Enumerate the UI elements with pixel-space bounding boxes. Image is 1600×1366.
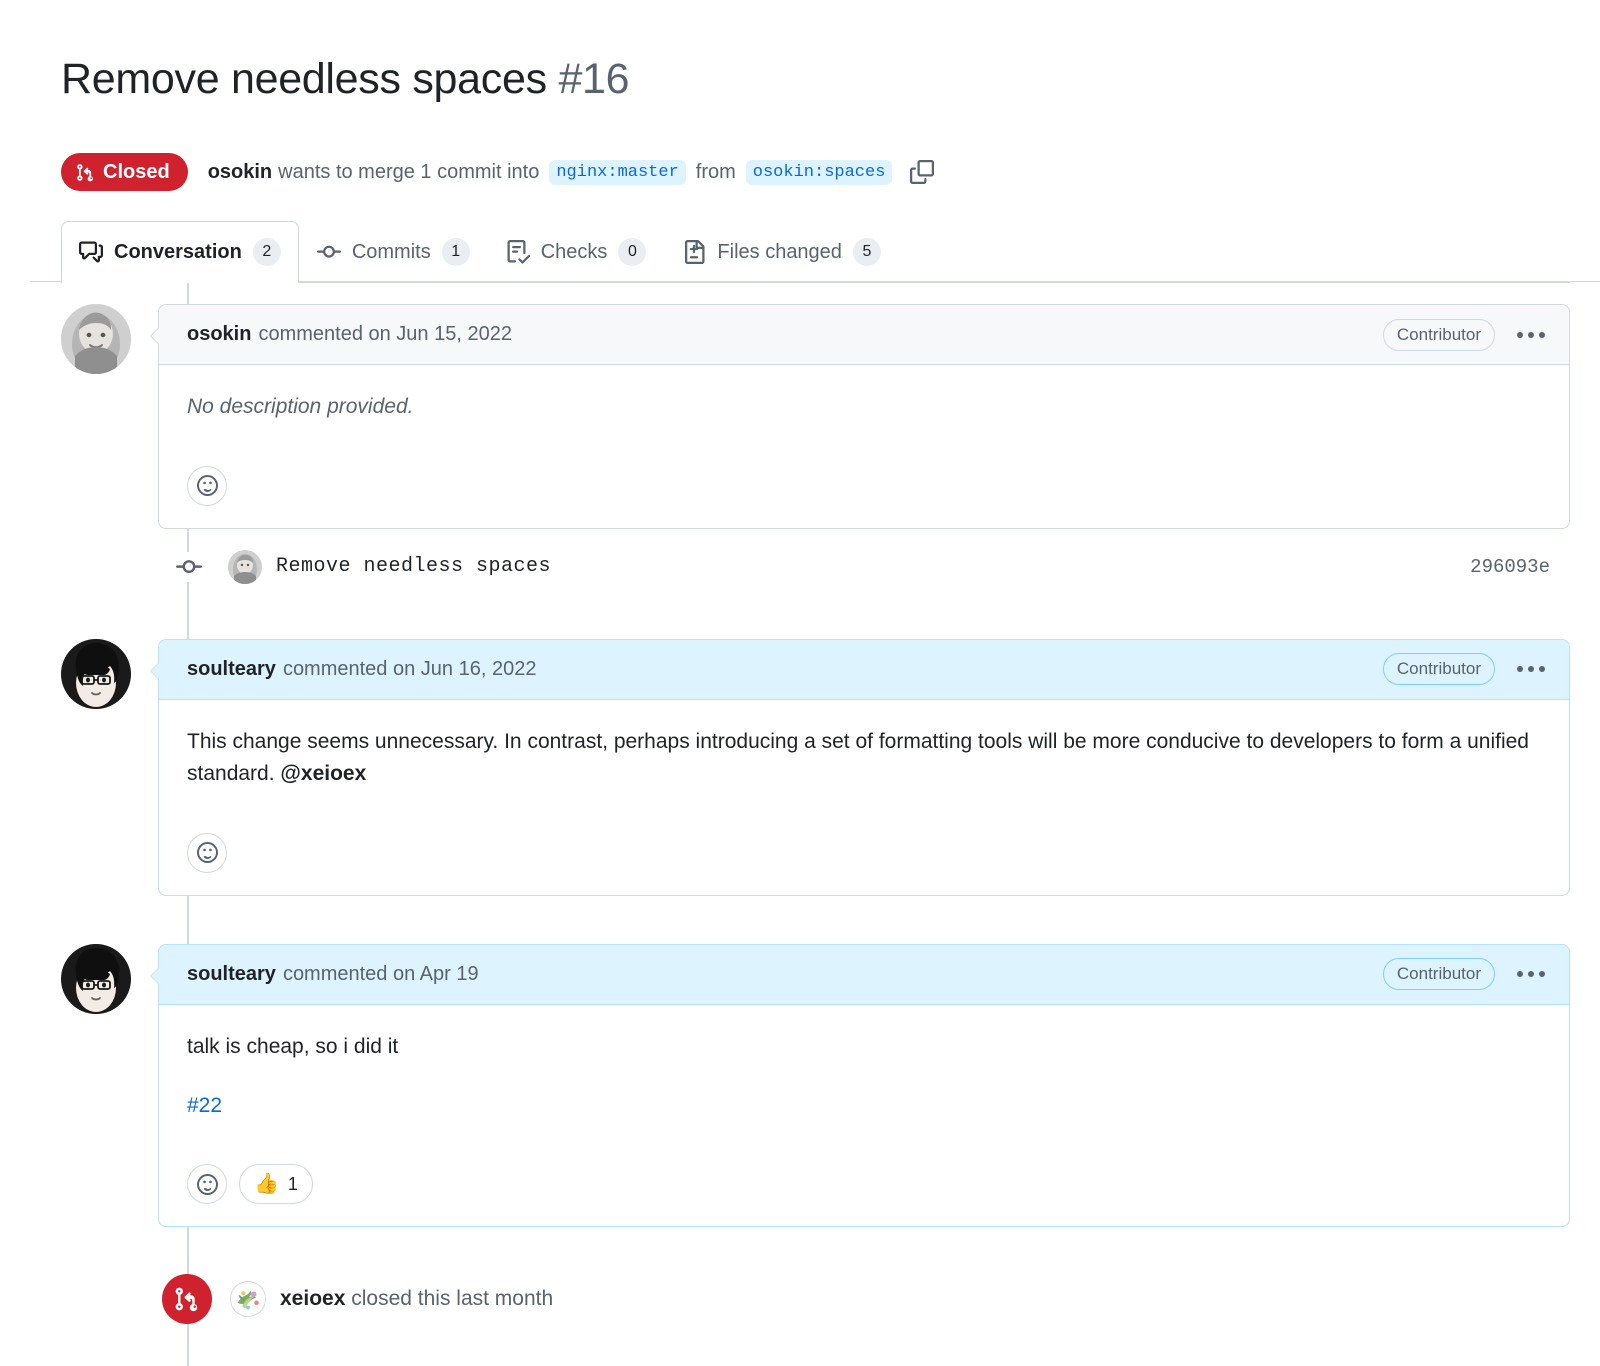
tab-conversation-count: 2 <box>252 238 281 267</box>
timeline-comment: soulteary commented on Jun 16, 2022 Cont… <box>61 638 1570 896</box>
closed-event-actor[interactable]: xeioex <box>280 1287 345 1310</box>
tab-files-changed-label: Files changed <box>717 240 842 263</box>
commit-author-avatar[interactable] <box>228 549 262 584</box>
smiley-icon[interactable] <box>187 1164 227 1205</box>
comment-header: soulteary commented on Apr 19 Contributo… <box>159 944 1569 1005</box>
comment-card: osokin commented on Jun 15, 2022 Contrib… <box>150 304 1570 529</box>
comment-paragraph-link: #22 <box>187 1090 1541 1123</box>
kebab-horizontal-icon[interactable] <box>1511 662 1551 676</box>
base-branch-tag[interactable]: nginx:master <box>549 159 686 185</box>
comment-meta: commented on Apr 19 <box>282 962 479 985</box>
pr-action-text: wants to merge 1 commit into <box>278 160 540 183</box>
kebab-horizontal-icon[interactable] <box>1511 967 1551 981</box>
reactions-row: 👍 1 <box>159 1142 1569 1226</box>
head-branch-tag[interactable]: osokin:spaces <box>745 159 893 185</box>
issue-reference-link[interactable]: #22 <box>187 1094 222 1117</box>
timeline-closed-event: xeioex closed this last month <box>61 1269 1570 1329</box>
page-title: Remove needless spaces #16 <box>30 29 1570 107</box>
tab-checks-count: 0 <box>618 238 647 267</box>
comment-card: soulteary commented on Jun 16, 2022 Cont… <box>150 638 1570 896</box>
status-badge-label: Closed <box>103 161 170 184</box>
timeline-comment: osokin commented on Jun 15, 2022 Contrib… <box>61 304 1570 529</box>
comment-body: talk is cheap, so i did it #22 <box>159 1005 1569 1142</box>
comment-author[interactable]: soulteary <box>187 963 276 986</box>
avatar[interactable] <box>230 1281 266 1318</box>
timeline: osokin commented on Jun 15, 2022 Contrib… <box>61 283 1570 1366</box>
commit-sha[interactable]: 296093e <box>1470 556 1550 578</box>
tab-commits-count: 1 <box>441 238 470 267</box>
author-association-badge: Contributor <box>1382 318 1495 351</box>
pull-request-page: Remove needless spaces #16 Closed osokin… <box>0 29 1600 1366</box>
comment-header: soulteary commented on Jun 16, 2022 Cont… <box>159 639 1569 700</box>
git-commit-icon <box>174 551 204 582</box>
commit-message[interactable]: Remove needless spaces <box>276 555 551 578</box>
tab-checks[interactable]: Checks 0 <box>488 221 665 282</box>
tab-commits[interactable]: Commits 1 <box>299 221 488 282</box>
git-commit-icon <box>316 240 341 264</box>
timeline-commit: Remove needless spaces 296093e <box>61 535 1570 599</box>
author-association-badge: Contributor <box>1382 653 1495 686</box>
comment-meta: commented on Jun 15, 2022 <box>258 323 512 346</box>
tab-checks-label: Checks <box>540 240 608 263</box>
avatar[interactable] <box>61 638 131 709</box>
comment-text: This change seems unnecessary. In contra… <box>187 729 1529 786</box>
comment-header: osokin commented on Jun 15, 2022 Contrib… <box>159 305 1569 366</box>
comment-discussion-icon <box>79 240 103 264</box>
checklist-icon <box>506 240 530 264</box>
pr-subhead: Closed osokin wants to merge 1 commit in… <box>30 135 1570 192</box>
reactions-row <box>159 811 1569 895</box>
tab-files-changed[interactable]: Files changed 5 <box>664 221 899 282</box>
pull-request-closed-icon <box>76 163 95 182</box>
smiley-icon[interactable] <box>187 465 227 506</box>
comment-header-actions: Contributor <box>1382 958 1551 991</box>
comment-body: This change seems unnecessary. In contra… <box>159 700 1569 811</box>
comment-empty-text: No description provided. <box>187 395 414 419</box>
user-mention[interactable]: @xeioex <box>280 762 366 785</box>
tab-files-changed-count: 5 <box>852 238 881 267</box>
avatar[interactable] <box>61 304 131 375</box>
from-text: from <box>695 160 736 183</box>
comment-header-actions: Contributor <box>1382 653 1551 686</box>
comment-body: No description provided. <box>159 365 1569 444</box>
comment-meta: commented on Jun 16, 2022 <box>282 657 537 680</box>
pr-title-text: Remove needless spaces <box>61 54 547 103</box>
tab-conversation[interactable]: Conversation 2 <box>61 221 299 284</box>
thumbsup-icon: 👍 <box>254 1173 279 1196</box>
pr-tabs: Conversation 2 Commits 1 Checks 0 Files … <box>30 221 1600 284</box>
avatar[interactable] <box>61 943 131 1014</box>
status-badge: Closed <box>61 153 188 192</box>
closed-event-text: xeioex closed this last month <box>280 1287 553 1311</box>
pull-request-closed-icon <box>162 1274 212 1325</box>
reaction-thumbsup[interactable]: 👍 1 <box>239 1164 313 1205</box>
comment-paragraph: talk is cheap, so i did it <box>187 1034 399 1058</box>
author-association-badge: Contributor <box>1382 958 1495 991</box>
pr-number: #16 <box>558 54 630 103</box>
reactions-row <box>159 444 1569 528</box>
kebab-horizontal-icon[interactable] <box>1511 328 1551 342</box>
timeline-comment: soulteary commented on Apr 19 Contributo… <box>61 943 1570 1228</box>
file-diff-icon <box>682 240 706 265</box>
comment-header-actions: Contributor <box>1382 318 1551 351</box>
tab-commits-label: Commits <box>351 240 431 263</box>
reaction-count: 1 <box>287 1173 298 1194</box>
closed-event-label: closed this last month <box>351 1287 554 1311</box>
copy-icon[interactable] <box>910 160 935 185</box>
comment-author[interactable]: soulteary <box>187 658 276 681</box>
comment-paragraph: This change seems unnecessary. In contra… <box>187 726 1541 791</box>
smiley-icon[interactable] <box>187 832 227 873</box>
comment-card: soulteary commented on Apr 19 Contributo… <box>150 943 1570 1228</box>
tab-conversation-label: Conversation <box>114 240 242 263</box>
pr-author[interactable]: osokin <box>208 161 272 184</box>
comment-author[interactable]: osokin <box>187 323 251 346</box>
